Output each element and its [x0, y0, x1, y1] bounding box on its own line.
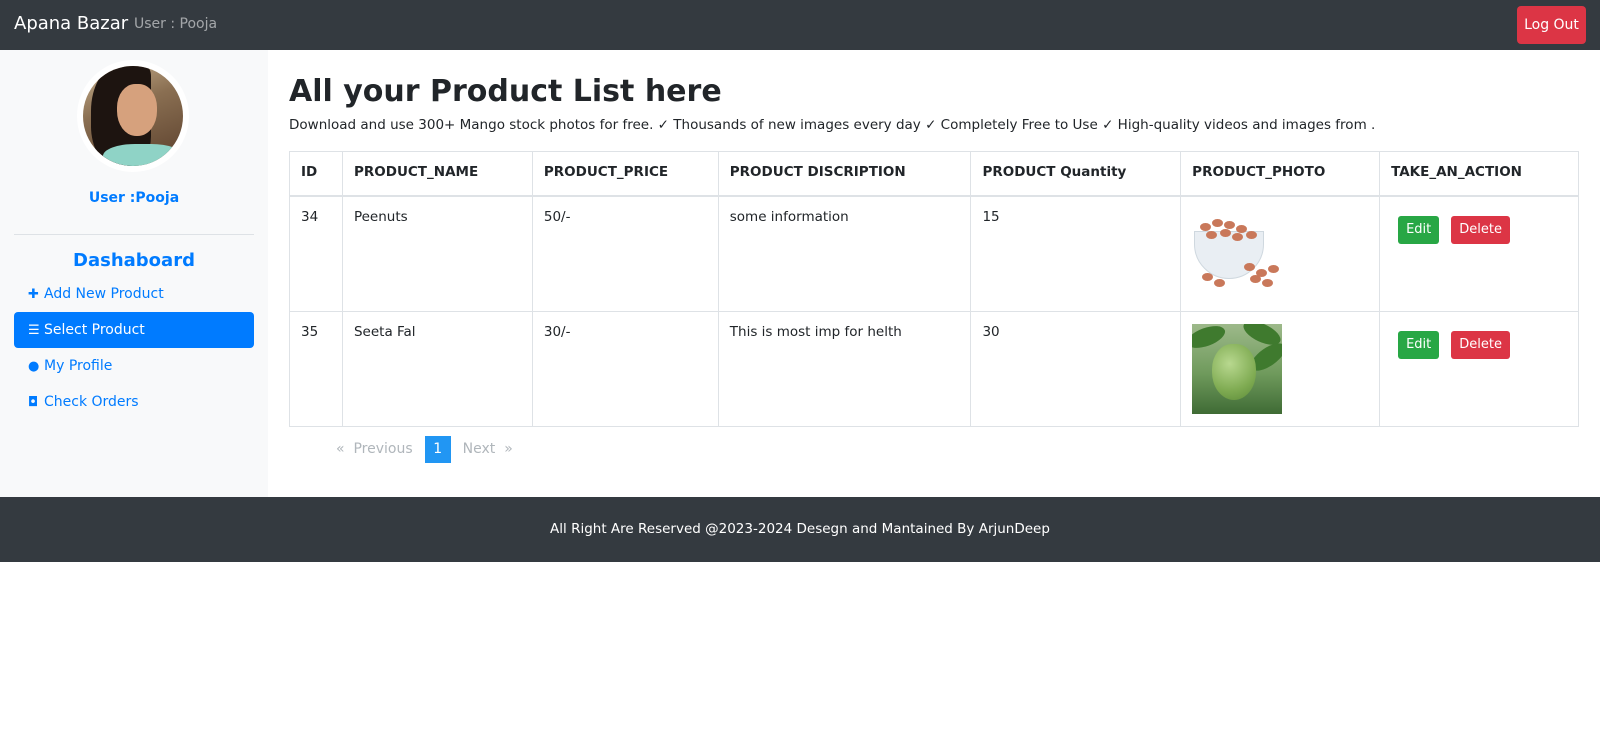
sidebar-item-label: Add New Product: [44, 286, 164, 302]
column-header-product-photo: PRODUCT_PHOTO: [1180, 151, 1381, 197]
edit-button[interactable]: Edit: [1398, 215, 1440, 244]
custard-apple-photo: [1192, 323, 1283, 414]
cell-product-name: Seeta Fal: [341, 310, 533, 427]
cell-product-photo: [1180, 195, 1381, 312]
sidebar-user-label: User :Pooja: [88, 190, 180, 206]
table-row: 34 Peenuts 50/- some information 15 Edit…: [289, 195, 1579, 312]
peanuts-photo: [1192, 208, 1283, 299]
pagination-page-1[interactable]: 1: [424, 436, 451, 463]
sidebar-heading: Dashaboard: [73, 250, 195, 271]
nav-user-label: User : Pooja: [134, 16, 218, 32]
footer: All Right Are Reserved @2023-2024 Desegn…: [0, 497, 1600, 562]
sidebar-item-check-orders[interactable]: ◘ Check Orders: [14, 384, 254, 420]
product-table: ID PRODUCT_NAME PRODUCT_PRICE PRODUCT DI…: [289, 151, 1579, 427]
pagination: « Previous 1 Next »: [330, 436, 519, 463]
footer-text: All Right Are Reserved @2023-2024 Desegn…: [550, 521, 1050, 537]
column-header-take-an-action: TAKE_AN_ACTION: [1379, 151, 1579, 197]
cell-product-name: Peenuts: [341, 195, 533, 312]
delete-button[interactable]: Delete: [1451, 215, 1510, 244]
sidebar-item-add-new-product[interactable]: ✚ Add New Product: [14, 276, 254, 312]
cell-product-quantity: 15: [970, 195, 1182, 312]
cell-actions: Edit Delete: [1379, 195, 1579, 312]
cell-id: 35: [289, 310, 343, 427]
shopping-bag-icon: ◘: [28, 395, 39, 410]
sidebar: User :Pooja Dashaboard ✚ Add New Product …: [0, 50, 268, 497]
column-header-id: ID: [289, 151, 343, 197]
cell-product-price: 50/-: [531, 195, 719, 312]
cell-product-description: some information: [717, 195, 972, 312]
cell-product-price: 30/-: [531, 310, 719, 427]
previous-arrow-icon: «: [336, 441, 345, 457]
avatar-frame: [77, 60, 189, 172]
sidebar-divider: [14, 234, 254, 235]
next-arrow-icon: »: [504, 441, 513, 457]
column-header-product-quantity: PRODUCT Quantity: [970, 151, 1182, 197]
cell-product-description: This is most imp for helth: [717, 310, 972, 427]
pagination-next[interactable]: Next »: [457, 436, 519, 463]
pagination-previous[interactable]: « Previous: [330, 436, 419, 463]
table-row: 35 Seeta Fal 30/- This is most imp for h…: [289, 310, 1579, 427]
column-header-product-price: PRODUCT_PRICE: [531, 151, 719, 197]
delete-button[interactable]: Delete: [1451, 330, 1510, 359]
sidebar-item-label: My Profile: [44, 358, 113, 374]
edit-button[interactable]: Edit: [1398, 330, 1440, 359]
previous-label: Previous: [353, 441, 413, 457]
sidebar-item-label: Check Orders: [44, 394, 139, 410]
sidebar-item-my-profile[interactable]: ● My Profile: [14, 348, 254, 384]
page-title: All your Product List here: [289, 74, 722, 109]
brand-link[interactable]: Apana Bazar: [14, 13, 128, 34]
column-header-product-name: PRODUCT_NAME: [341, 151, 533, 197]
plus-icon: ✚: [28, 287, 39, 302]
cell-id: 34: [289, 195, 343, 312]
column-header-product-description: PRODUCT DISCRIPTION: [717, 151, 972, 197]
user-icon: ●: [28, 359, 40, 374]
cell-product-photo: [1180, 310, 1381, 427]
list-icon: ☰: [28, 323, 40, 338]
sidebar-item-select-product[interactable]: ☰ Select Product: [14, 312, 254, 348]
cell-product-quantity: 30: [970, 310, 1182, 427]
top-navbar: Apana Bazar User : Pooja Log Out: [0, 0, 1600, 50]
next-label: Next: [462, 441, 496, 457]
page-description: Download and use 300+ Mango stock photos…: [289, 117, 1376, 133]
logout-button[interactable]: Log Out: [1517, 6, 1586, 44]
sidebar-item-label: Select Product: [44, 322, 145, 338]
avatar: [83, 66, 183, 166]
cell-actions: Edit Delete: [1379, 310, 1579, 427]
table-header-row: ID PRODUCT_NAME PRODUCT_PRICE PRODUCT DI…: [289, 151, 1579, 197]
